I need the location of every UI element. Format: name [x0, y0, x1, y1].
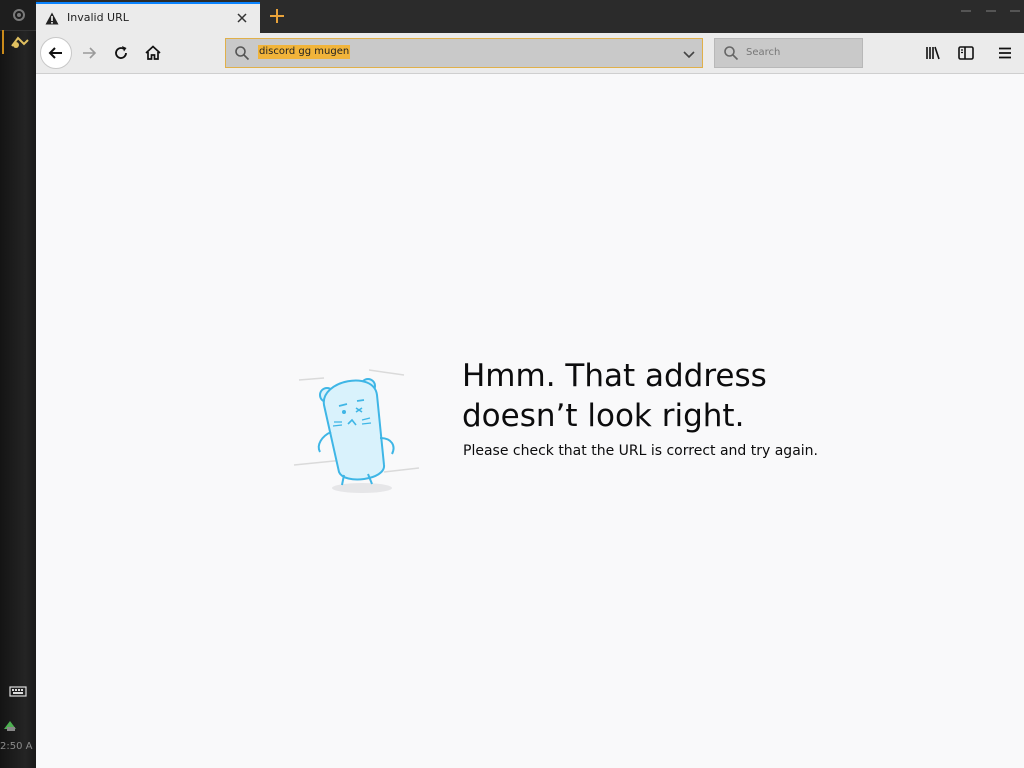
search-icon	[235, 46, 250, 61]
confused-hamster-illustration	[293, 369, 420, 493]
tab-invalid-url[interactable]: Invalid URL	[36, 2, 260, 33]
new-tab-plus-icon[interactable]	[268, 7, 286, 25]
library-icon	[926, 46, 940, 60]
back-button[interactable]	[40, 37, 72, 69]
clock-text: 2:50 A	[0, 741, 33, 752]
chevron-down-icon[interactable]	[682, 47, 696, 61]
sidebar-icon	[958, 46, 974, 60]
back-arrow-icon	[48, 47, 62, 59]
maximize-button[interactable]	[986, 10, 996, 12]
search-bar[interactable]: Search	[714, 38, 863, 68]
browser-app-icon[interactable]	[2, 30, 34, 54]
forward-arrow-icon	[83, 47, 97, 59]
tab-title: Invalid URL	[67, 11, 129, 24]
menu-button[interactable]	[990, 38, 1020, 68]
desktop-dock: 2:50 A	[0, 0, 36, 768]
close-window-button[interactable]	[1010, 10, 1020, 12]
minimize-button[interactable]	[961, 10, 971, 12]
search-icon	[724, 46, 739, 61]
reload-icon	[115, 46, 127, 59]
library-button[interactable]	[918, 38, 948, 68]
address-input[interactable]: discord gg mugen	[258, 45, 351, 59]
home-button[interactable]	[138, 38, 168, 68]
search-input[interactable]: Search	[746, 47, 780, 58]
error-description: Please check that the URL is correct and…	[463, 443, 818, 459]
keyboard-icon[interactable]	[9, 683, 27, 699]
tab-strip: Invalid URL	[36, 0, 1024, 33]
forward-button[interactable]	[74, 38, 104, 68]
network-icon[interactable]	[2, 715, 20, 735]
hamburger-menu-icon	[999, 47, 1011, 59]
error-page: Hmm. That address doesn’t look right. Pl…	[36, 74, 1024, 768]
reload-button[interactable]	[106, 38, 136, 68]
dock-header	[0, 0, 36, 31]
error-title: Hmm. That address doesn’t look right.	[462, 357, 767, 434]
nav-toolbar: discord gg mugen Search	[36, 33, 1024, 74]
home-icon	[145, 45, 161, 60]
settings-gear-icon[interactable]	[8, 5, 30, 25]
close-tab-icon[interactable]	[235, 11, 249, 25]
sidebar-toggle-button[interactable]	[951, 38, 981, 68]
warning-icon	[45, 12, 59, 25]
address-bar[interactable]: discord gg mugen	[225, 38, 703, 68]
